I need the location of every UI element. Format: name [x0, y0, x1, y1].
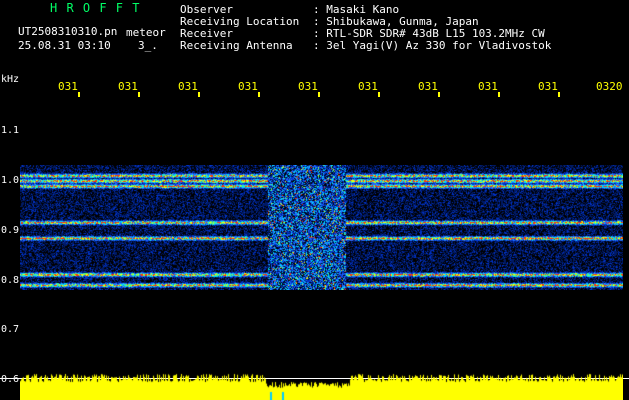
receiver-value: : RTL-SDR SDR# 43dB L15 103.2MHz CW — [313, 27, 545, 40]
axis-unit: kHz — [1, 74, 20, 85]
receiver-label: Receiver — [180, 27, 233, 40]
x-tick — [198, 92, 200, 97]
antenna-value: : 3el Yagi(V) Az 330 for Vladivostok — [313, 39, 552, 52]
y-tick-label: 0.7 — [1, 324, 20, 335]
antenna-label: Receiving Antenna — [180, 39, 293, 52]
x-tick — [318, 92, 320, 97]
x-tick — [438, 92, 440, 97]
x-tick-label: 0320 — [596, 80, 623, 93]
x-tick-label: 031 — [358, 80, 378, 93]
x-tick — [498, 92, 500, 97]
app-brand: H R O F F T — [50, 1, 141, 15]
y-tick-label: 0.8 — [1, 275, 20, 286]
y-tick-label: 1.1 — [1, 125, 20, 136]
x-tick-label: 031 — [418, 80, 438, 93]
y-tick-label: 1.0 — [1, 175, 20, 186]
location-value: : Shibukawa, Gunma, Japan — [313, 15, 479, 28]
observer-label: Observer — [180, 3, 233, 16]
x-tick — [378, 92, 380, 97]
x-tick-label: 031 — [178, 80, 198, 93]
x-tick-label: 031 — [238, 80, 258, 93]
spectrogram — [20, 165, 623, 290]
timestamp: 25.08.31 03:10 — [18, 39, 111, 52]
x-tick — [78, 92, 80, 97]
signal-level-strip — [20, 370, 623, 400]
x-tick — [258, 92, 260, 97]
x-tick-label: 031 — [298, 80, 318, 93]
x-tick — [558, 92, 560, 97]
x-tick-label: 031 — [58, 80, 78, 93]
y-tick-label: 0.9 — [1, 225, 20, 236]
file-name: UT2508310310.pn — [18, 25, 118, 38]
x-tick — [138, 92, 140, 97]
y-tick-label: 0.6 — [1, 374, 20, 385]
x-tick-label: 031 — [538, 80, 558, 93]
x-tick-label: 031 — [478, 80, 498, 93]
observer-value: : Masaki Kano — [313, 3, 400, 16]
timestamp-count: 3_. — [138, 39, 158, 52]
x-tick-label: 031 — [118, 80, 138, 93]
location-label: Receiving Location — [180, 15, 300, 28]
file-kind: meteor — [126, 26, 166, 39]
